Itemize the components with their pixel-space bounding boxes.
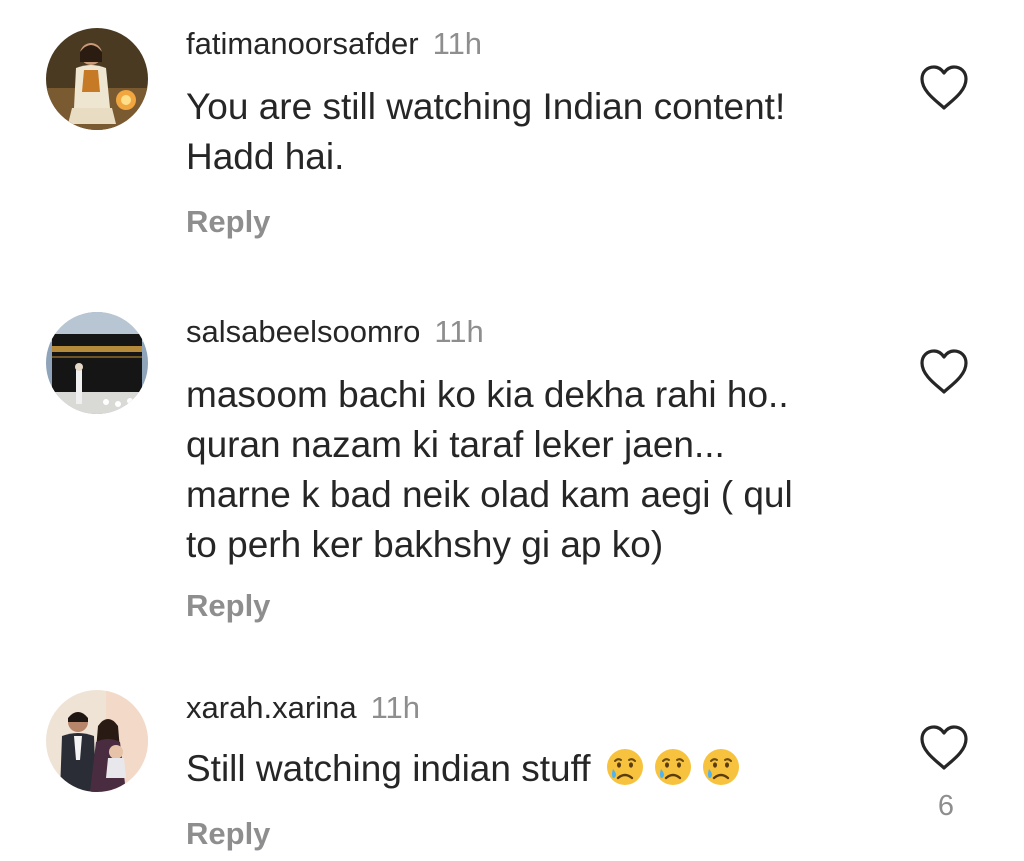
username[interactable]: salsabeelsoomro — [186, 314, 420, 349]
comment-item: xarah.xarina 11h Still watching indian st… — [0, 668, 1024, 861]
reply-button[interactable]: Reply — [186, 816, 886, 852]
avatar[interactable] — [46, 690, 148, 792]
username[interactable]: xarah.xarina — [186, 690, 357, 725]
heart-icon — [920, 725, 968, 770]
crying-face-icon — [606, 749, 643, 785]
reply-button[interactable]: Reply — [186, 588, 886, 624]
comment-item: fatimanoorsafder 11h You are still watchi… — [0, 0, 1024, 260]
comment-text: You are still watching Indian content! H… — [186, 82, 886, 182]
comment-meta: salsabeelsoomro 11h — [186, 314, 886, 350]
username[interactable]: fatimanoorsafder — [186, 26, 419, 61]
comment-text-line: quran nazam ki taraf leker jaen... — [186, 424, 725, 465]
comment-text-line: Hadd hai. — [186, 136, 345, 177]
like-button[interactable] — [918, 724, 970, 772]
comment-text: Still watching indian stuff — [186, 744, 886, 794]
heart-icon — [920, 65, 968, 110]
avatar-woman-outdoors-icon — [46, 28, 148, 130]
comment-text-line: marne k bad neik olad kam aegi ( qul — [186, 474, 793, 515]
comment-text-line: Still watching indian stuff — [186, 744, 886, 794]
comment-text-line: You are still watching Indian content! — [186, 86, 786, 127]
comment-text: masoom bachi ko kia dekha rahi ho.. qura… — [186, 370, 886, 570]
timestamp: 11h — [370, 690, 421, 725]
crying-face-icon — [702, 749, 739, 785]
like-button[interactable] — [918, 348, 970, 396]
timestamp: 11h — [432, 26, 483, 61]
comment-text-line: masoom bachi ko kia dekha rahi ho.. — [186, 374, 789, 415]
like-button[interactable] — [918, 64, 970, 112]
avatar-kaaba-icon — [46, 312, 148, 414]
comment-text-line: to perh ker bakhshy gi ap ko) — [186, 524, 664, 565]
reply-button[interactable]: Reply — [186, 204, 886, 240]
comment-text-content: Still watching indian stuff — [186, 748, 591, 789]
avatar[interactable] — [46, 28, 148, 130]
comment-meta: fatimanoorsafder 11h — [186, 26, 886, 62]
timestamp: 11h — [434, 314, 484, 349]
avatar[interactable] — [46, 312, 148, 414]
comment-item: salsabeelsoomro 11h masoom bachi ko kia d… — [0, 290, 1024, 630]
heart-icon — [920, 349, 968, 394]
like-count: 6 — [937, 790, 955, 822]
comment-meta: xarah.xarina 11h — [186, 690, 886, 726]
avatar-family-photo-icon — [46, 690, 148, 792]
crying-face-icon — [654, 749, 691, 785]
